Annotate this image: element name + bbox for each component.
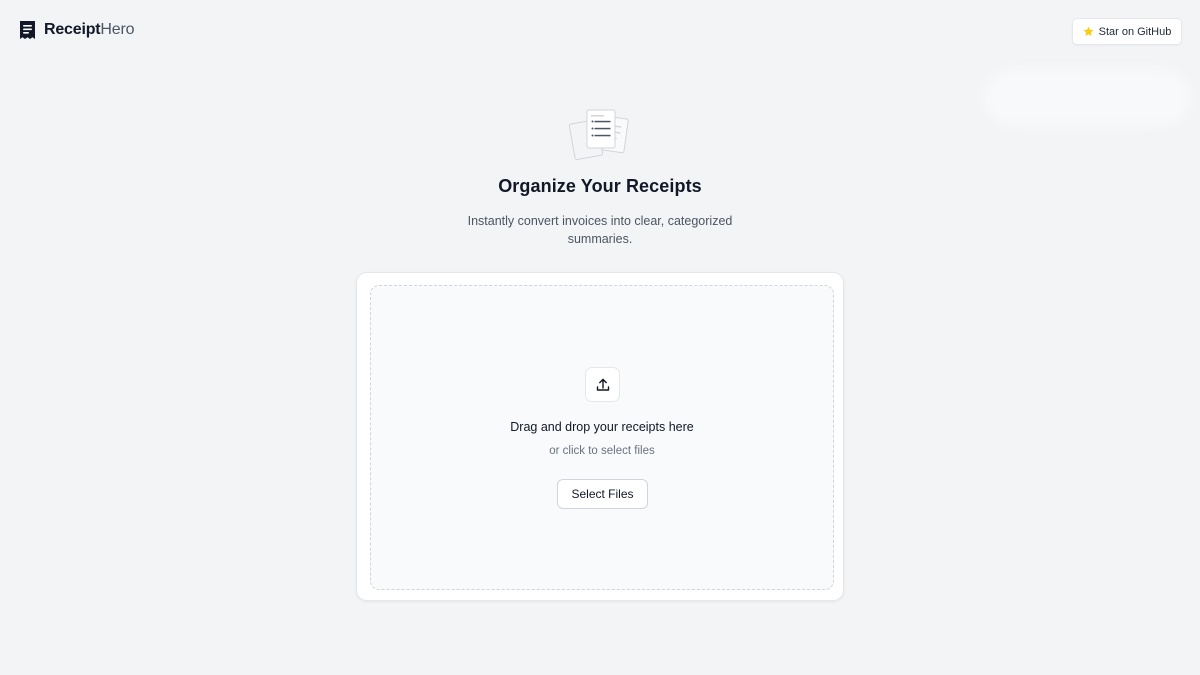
receipt-icon [20, 21, 35, 39]
app-name-part2: Hero [100, 21, 135, 38]
header: ReceiptHero Star on GitHub [0, 0, 1200, 62]
select-files-button[interactable]: Select Files [557, 479, 648, 509]
page-title: Organize Your Receipts [498, 176, 702, 196]
dropzone-subtitle: or click to select files [549, 445, 655, 457]
upload-icon-box [585, 367, 620, 402]
logo[interactable]: ReceiptHero [19, 20, 134, 40]
background-glow [985, 70, 1190, 125]
documents-illustration-icon [568, 109, 629, 160]
star-on-github-button[interactable]: Star on GitHub [1072, 18, 1182, 45]
upload-card: Drag and drop your receipts here or clic… [356, 272, 844, 601]
dropzone-title: Drag and drop your receipts here [510, 420, 694, 434]
page-subtitle: Instantly convert invoices into clear, c… [467, 214, 733, 246]
app-name: ReceiptHero [44, 21, 134, 39]
file-dropzone[interactable]: Drag and drop your receipts here or clic… [370, 285, 834, 590]
app-name-part1: Receipt [44, 21, 101, 38]
star-icon [1083, 26, 1094, 36]
github-button-label: Star on GitHub [1098, 25, 1172, 38]
upload-icon [596, 378, 609, 391]
